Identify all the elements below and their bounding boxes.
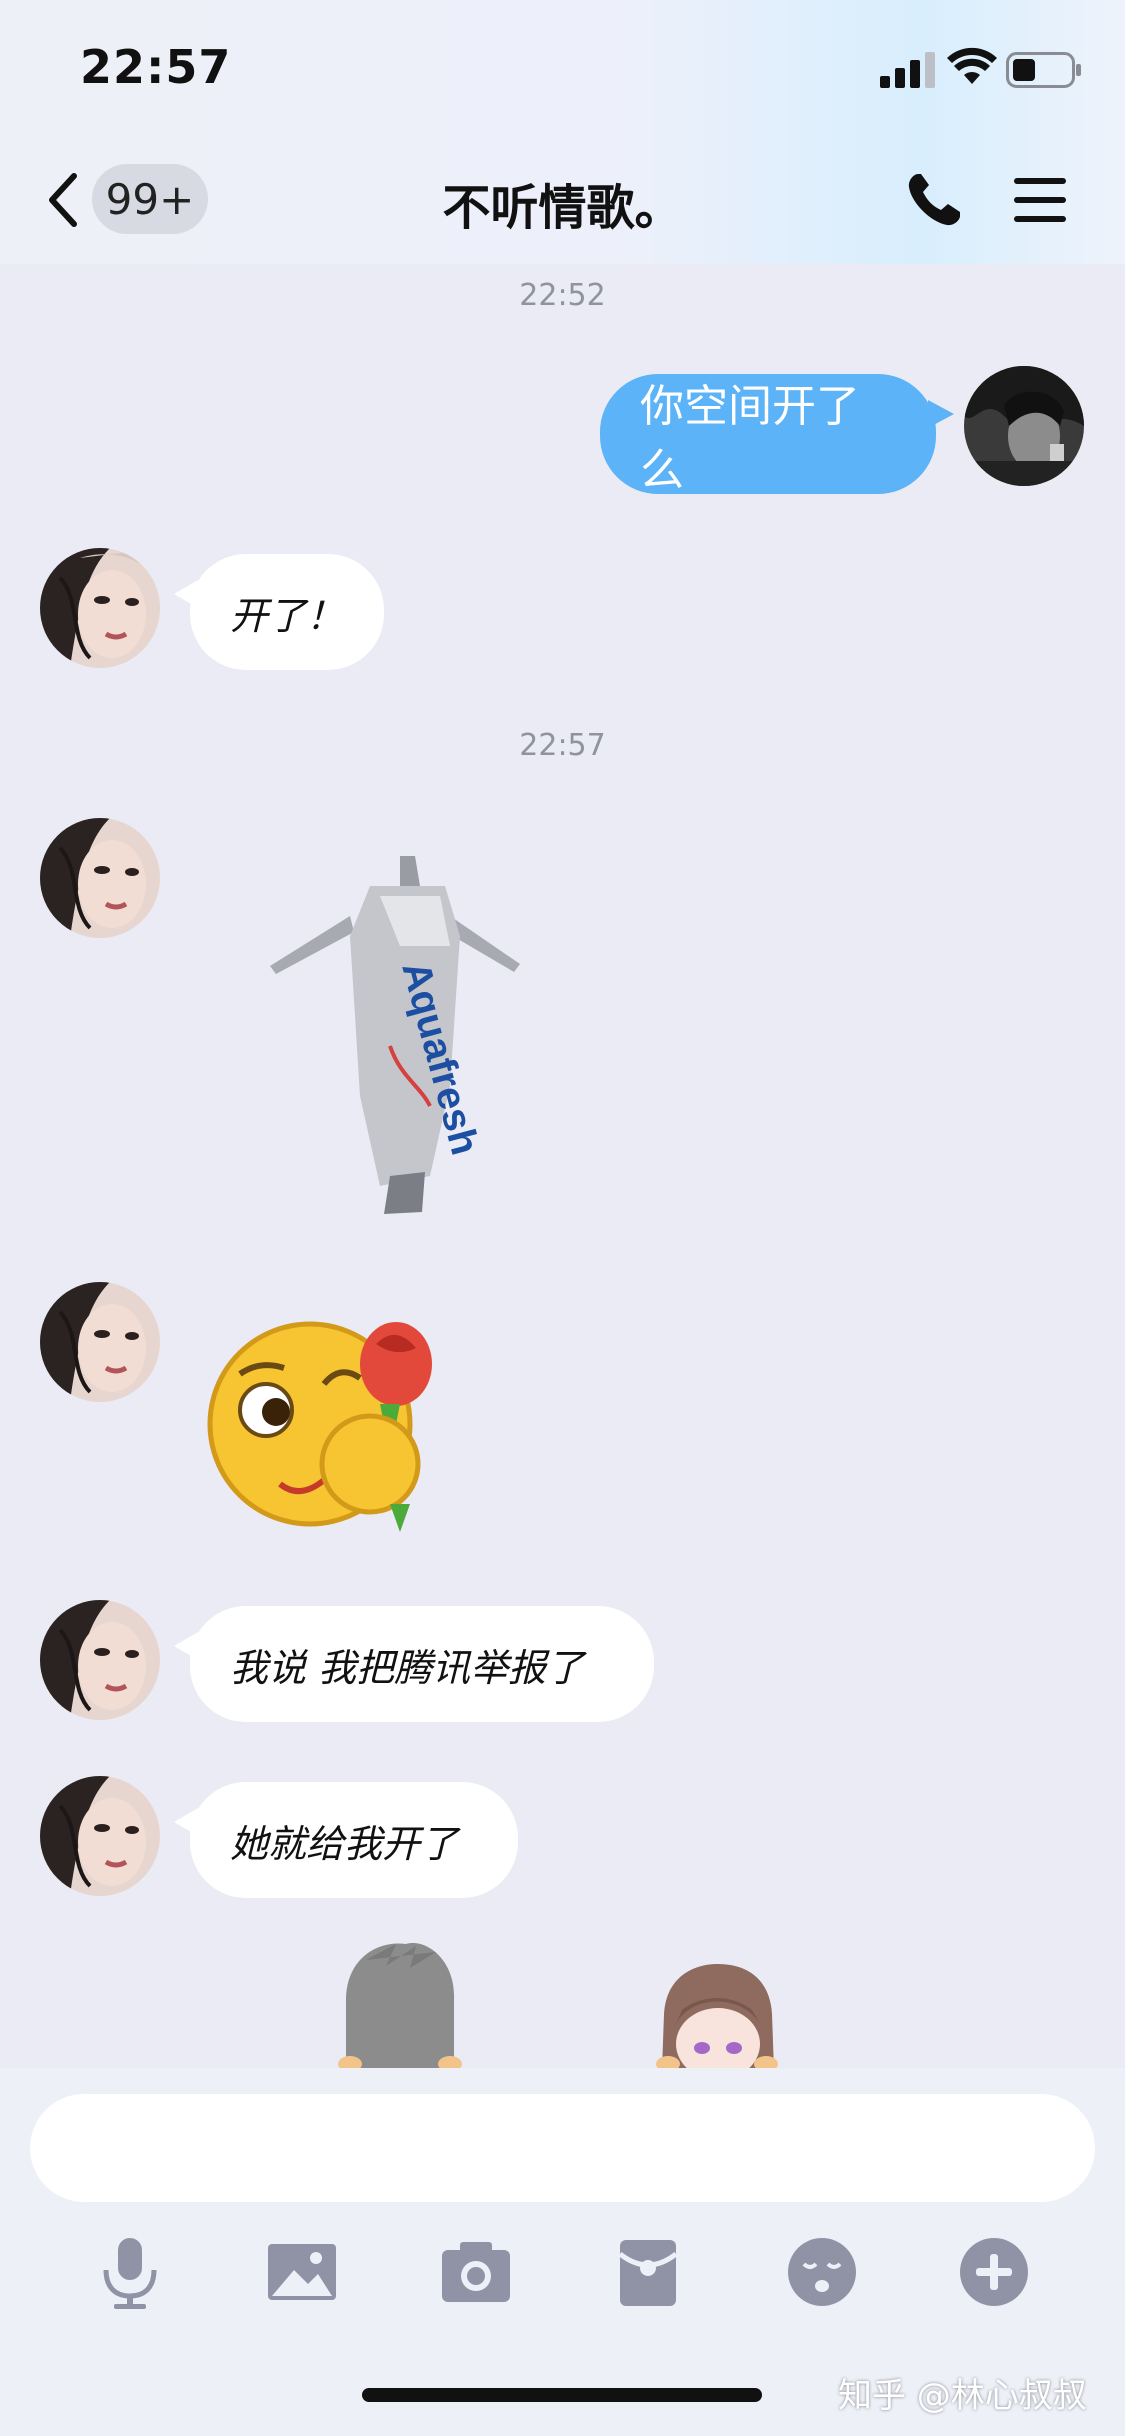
incoming-message-bubble[interactable]: 开了！ (174, 554, 384, 670)
timestamp: 22:57 (519, 728, 606, 763)
message-text: 你空间开了么 (640, 381, 860, 496)
emoji-icon[interactable] (784, 2234, 860, 2310)
nav-bar: 99+ 不听情歌。 (0, 150, 1125, 250)
timestamp: 22:52 (519, 278, 606, 313)
signal-icon (880, 52, 935, 88)
wink-rose-emoji-sticker[interactable] (200, 1304, 460, 1544)
message-text: 我说 我把腾讯举报了 (230, 1645, 585, 1690)
message-text: 开了！ (230, 593, 345, 638)
top-area: 22:57 99+ 不听情歌。 (0, 0, 1125, 264)
contact-avatar[interactable] (40, 818, 160, 938)
contact-avatar[interactable] (40, 1600, 160, 1720)
wifi-icon (947, 47, 997, 84)
status-time: 22:57 (80, 40, 232, 94)
peeking-gray-character (338, 1943, 462, 2070)
phone-call-icon[interactable] (904, 170, 964, 230)
battery-icon (1006, 52, 1081, 88)
menu-icon[interactable] (1012, 172, 1068, 228)
contact-avatar[interactable] (40, 1776, 160, 1896)
unread-count-badge[interactable]: 99+ (92, 164, 208, 234)
message-input[interactable] (30, 2094, 1095, 2202)
chat-title: 不听情歌。 (442, 180, 683, 236)
peeking-anime-girl-character (656, 1964, 778, 2070)
toothpaste-sticker[interactable]: Aquafresh (250, 846, 530, 1216)
contact-avatar[interactable] (40, 1282, 160, 1402)
incoming-message-bubble[interactable]: 她就给我开了 (174, 1782, 518, 1898)
camera-icon[interactable] (438, 2234, 514, 2310)
status-bar: 22:57 (0, 0, 1125, 140)
my-avatar[interactable] (964, 366, 1084, 486)
plus-icon[interactable] (956, 2234, 1032, 2310)
incoming-message-bubble[interactable]: 我说 我把腾讯举报了 (174, 1606, 654, 1722)
message-text: 她就给我开了 (230, 1821, 459, 1866)
image-icon[interactable] (264, 2234, 340, 2310)
microphone-icon[interactable] (92, 2234, 168, 2310)
contact-avatar[interactable] (40, 548, 160, 668)
back-arrow-icon[interactable] (44, 170, 84, 230)
outgoing-message-bubble[interactable]: 你空间开了么 (600, 374, 954, 496)
watermark: 知乎 @林心叔叔 (838, 2376, 1087, 2416)
red-packet-icon[interactable] (610, 2234, 686, 2310)
home-indicator (362, 2388, 762, 2402)
